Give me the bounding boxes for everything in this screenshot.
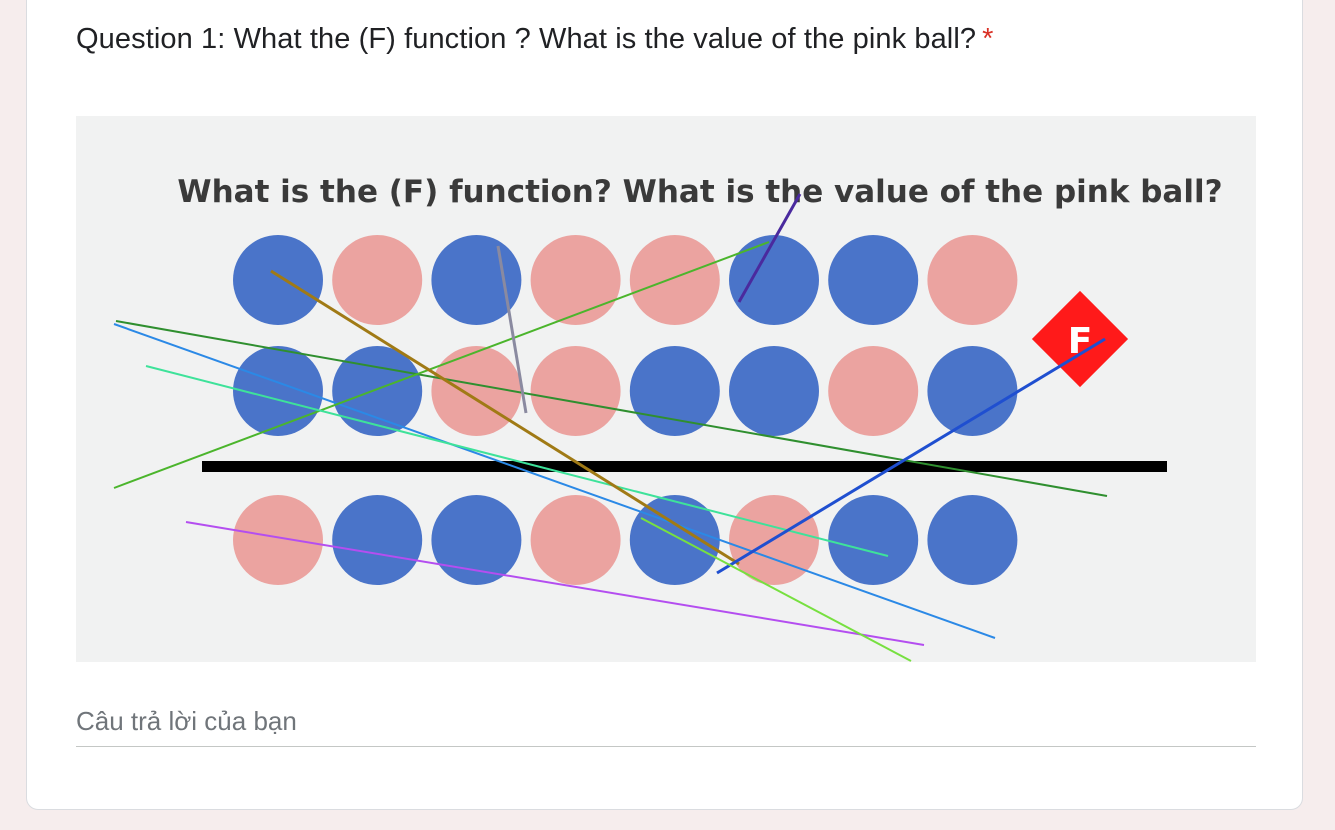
blue-ball <box>332 346 423 436</box>
blue-ball <box>927 495 1018 585</box>
image-heading: What is the (F) function? What is the va… <box>177 174 1222 210</box>
blue-ball <box>431 495 522 585</box>
required-asterisk: * <box>982 23 994 55</box>
pink-ball <box>233 495 323 585</box>
blue-ball <box>729 346 819 436</box>
blue-ball <box>828 235 919 325</box>
blue-ball <box>233 235 323 325</box>
blue-ball <box>629 346 720 436</box>
question-title-text: Question 1: What the (F) function ? What… <box>76 23 977 55</box>
pink-ball <box>828 346 919 436</box>
pink-ball <box>530 346 621 436</box>
blue-ball <box>332 495 423 585</box>
question-title: Question 1: What the (F) function ? What… <box>76 23 994 56</box>
function-badge-label: F <box>1068 321 1093 362</box>
divider-bar <box>202 461 1167 472</box>
pink-ball <box>530 495 621 585</box>
question-image: What is the (F) function? What is the va… <box>76 116 1256 662</box>
pink-ball <box>629 235 720 325</box>
answer-input[interactable] <box>76 697 1256 747</box>
pink-ball <box>530 235 621 325</box>
blue-ball <box>729 235 819 325</box>
blue-ball <box>927 346 1018 436</box>
pink-ball <box>332 235 423 325</box>
question-card: Question 1: What the (F) function ? What… <box>26 0 1303 810</box>
pink-ball <box>927 235 1018 325</box>
blue-ball <box>828 495 919 585</box>
